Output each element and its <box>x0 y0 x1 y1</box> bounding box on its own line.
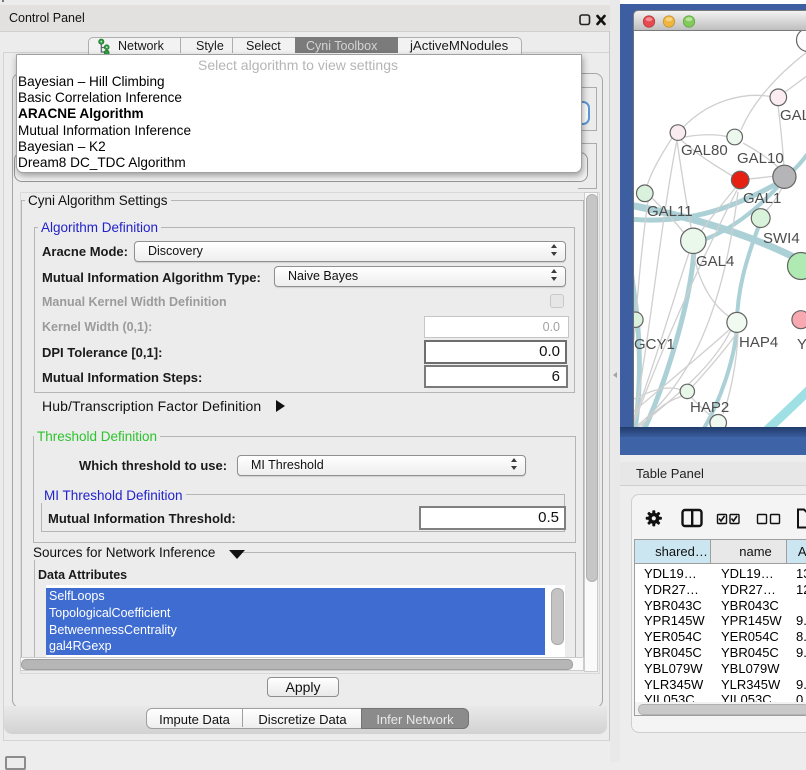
svg-text:HAP2: HAP2 <box>690 399 729 416</box>
svg-text:GAL1: GAL1 <box>743 190 781 207</box>
svg-text:GAL4: GAL4 <box>696 253 734 270</box>
svg-text:GAL80: GAL80 <box>681 142 728 159</box>
svg-text:GCY1: GCY1 <box>634 336 675 353</box>
svg-text:GAL10: GAL10 <box>737 150 784 167</box>
svg-text:HAP4: HAP4 <box>739 334 778 351</box>
svg-text:Y: Y <box>797 336 806 353</box>
svg-text:SWI4: SWI4 <box>763 230 800 247</box>
svg-text:GAL: GAL <box>780 107 806 124</box>
svg-text:GAL11: GAL11 <box>647 203 693 220</box>
